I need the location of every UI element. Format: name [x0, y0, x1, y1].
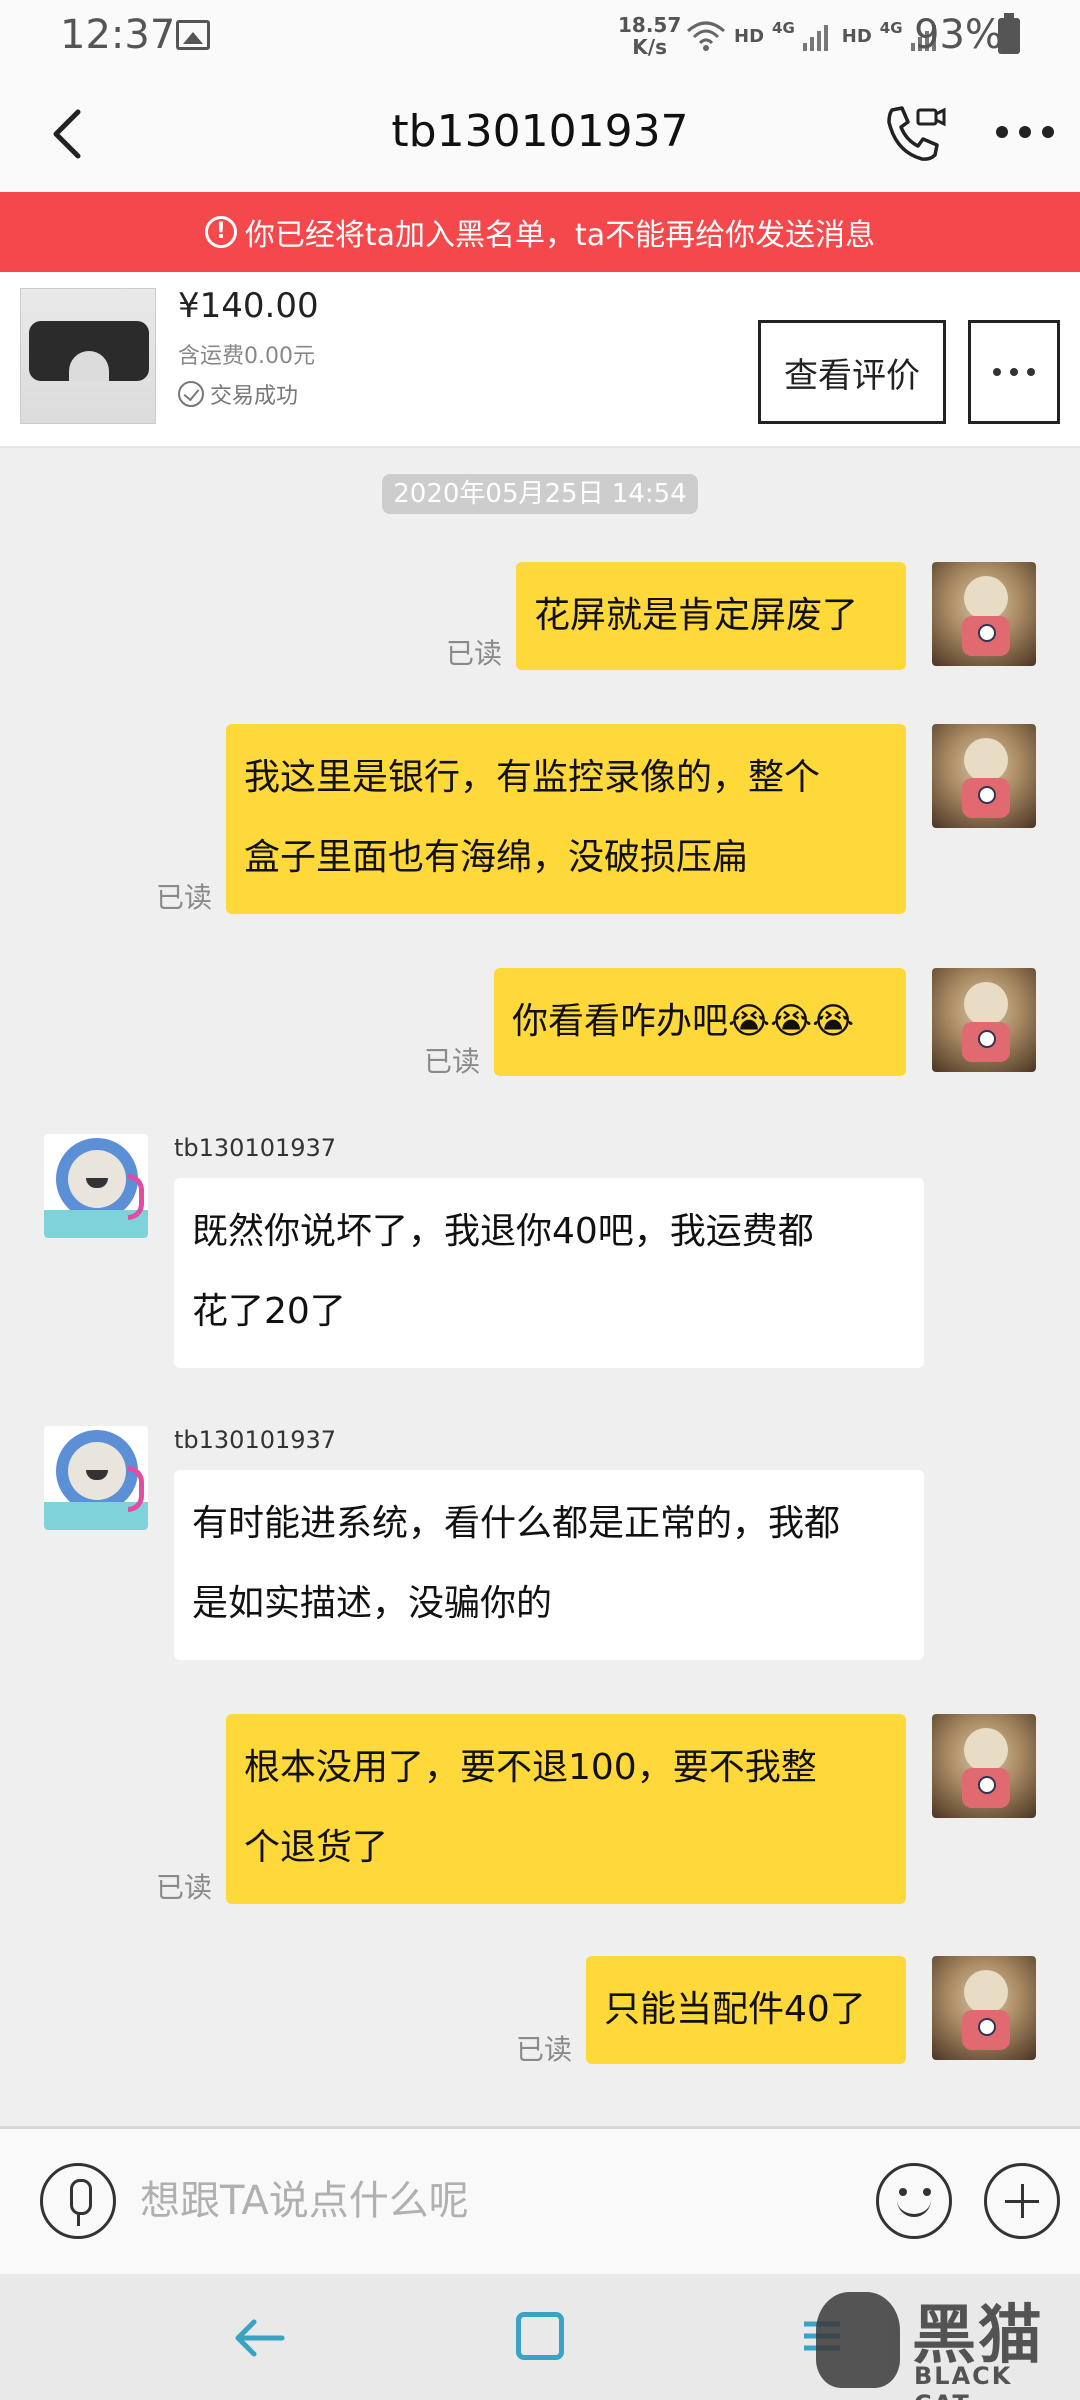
banner-text: 你已经将ta加入黑名单，ta不能再给你发送消息: [244, 218, 876, 253]
nav-home-icon[interactable]: [516, 2312, 564, 2360]
message-bubble-received[interactable]: 有时能进系统，看什么都是正常的，我都 是如实描述，没骗你的: [174, 1470, 924, 1660]
message-bubble-sent[interactable]: 花屏就是肯定屏废了: [516, 562, 906, 670]
product-price: ¥140.00: [178, 286, 319, 326]
chat-timestamp: 2020年05月25日 14:54: [382, 474, 698, 514]
my-avatar[interactable]: [932, 562, 1036, 666]
network-speed-unit: K/s: [632, 35, 667, 59]
order-status: 交易成功: [178, 378, 298, 410]
product-shipping: 含运费0.00元: [178, 344, 315, 369]
message-text: 花屏就是肯定屏废了: [534, 595, 859, 636]
my-avatar[interactable]: [932, 968, 1036, 1072]
message-text-line: 个退货了: [244, 1827, 389, 1868]
chat-header: tb130101937: [0, 76, 1080, 192]
battery-percent: 93%: [914, 12, 1003, 58]
status-time: 12:37: [60, 12, 176, 58]
read-receipt: 已读: [156, 1871, 213, 1904]
blackcat-watermark: 黑猫 BLACK CAT: [800, 2284, 1070, 2400]
microphone-icon[interactable]: [40, 2163, 116, 2239]
blacklist-banner: ! 你已经将ta加入黑名单，ta不能再给你发送消息: [0, 192, 1080, 272]
sender-name: tb130101937: [174, 1426, 337, 1454]
order-status-label: 交易成功: [210, 384, 299, 409]
message-bubble-received[interactable]: 既然你说坏了，我退你40吧，我运费都 花了20了: [174, 1178, 924, 1368]
message-text-line: 是如实描述，没骗你的: [192, 1583, 553, 1624]
view-review-button[interactable]: 查看评价: [758, 320, 946, 424]
warning-icon: !: [204, 216, 237, 248]
read-receipt: 已读: [446, 637, 503, 670]
message-text-line: 盒子里面也有海绵，没破损压扁: [244, 837, 749, 878]
message-input-bar: [0, 2126, 1080, 2274]
message-input[interactable]: [140, 2163, 840, 2239]
network-type-1: 4G: [772, 19, 795, 37]
network-type-2: 4G: [879, 19, 903, 37]
blackcat-logo-icon: [816, 2292, 900, 2388]
plus-icon[interactable]: [984, 2163, 1060, 2239]
message-text-line: 根本没用了，要不退100，要不我整: [244, 1747, 817, 1788]
call-icon[interactable]: [882, 102, 946, 166]
read-receipt: 已读: [156, 881, 213, 914]
network-speed-value: 18.57: [618, 13, 682, 37]
my-avatar[interactable]: [932, 1956, 1036, 2060]
message-text-line: 我这里是银行，有监控录像的，整个: [244, 757, 821, 798]
product-card[interactable]: ¥140.00 含运费0.00元 交易成功 查看评价: [0, 272, 1080, 448]
message-text-line: 有时能进系统，看什么都是正常的，我都: [192, 1503, 841, 1544]
contact-avatar[interactable]: [44, 1426, 148, 1530]
chat-area[interactable]: 2020年05月25日 14:54 已读 花屏就是肯定屏废了 已读 我这里是银行…: [0, 448, 1080, 2126]
signal-icon-1: [802, 21, 828, 51]
product-thumbnail[interactable]: [20, 288, 156, 424]
product-more-button[interactable]: [968, 320, 1060, 424]
check-circle-icon: [178, 381, 204, 407]
watermark-subtitle: BLACK CAT: [914, 2362, 1013, 2400]
read-receipt: 已读: [424, 1045, 481, 1078]
wifi-icon: [687, 21, 725, 51]
message-bubble-sent[interactable]: 根本没用了，要不退100，要不我整 个退货了: [226, 1714, 906, 1904]
battery-icon: [998, 13, 1020, 54]
hd-label-2: HD: [841, 25, 872, 47]
message-bubble-sent[interactable]: 只能当配件40了: [586, 1956, 906, 2064]
status-bar: 12:37 18.57 K/s HD 4G HD 4G 93%: [0, 0, 1080, 76]
read-receipt: 已读: [516, 2033, 573, 2066]
message-text-line: 花了20了: [192, 1291, 346, 1332]
my-avatar[interactable]: [932, 724, 1036, 828]
network-speed: 18.57 K/s: [618, 14, 681, 58]
contact-avatar[interactable]: [44, 1134, 148, 1238]
message-text: 你看看咋办吧😭😭😭: [512, 1001, 855, 1042]
my-avatar[interactable]: [932, 1714, 1036, 1818]
nav-back-icon[interactable]: [232, 2310, 288, 2366]
message-text: 只能当配件40了: [604, 1989, 866, 2030]
more-options-icon[interactable]: [996, 126, 1054, 140]
status-icons: HD 4G HD 4G: [686, 14, 936, 58]
message-bubble-sent[interactable]: 你看看咋办吧😭😭😭: [494, 968, 906, 1076]
emoji-icon[interactable]: [876, 2163, 952, 2239]
sender-name: tb130101937: [174, 1134, 337, 1162]
hd-label-1: HD: [734, 25, 765, 47]
message-bubble-sent[interactable]: 我这里是银行，有监控录像的，整个 盒子里面也有海绵，没破损压扁: [226, 724, 906, 914]
system-navigation-bar: 黑猫 BLACK CAT: [0, 2274, 1080, 2400]
message-text-line: 既然你说坏了，我退你40吧，我运费都: [192, 1211, 814, 1252]
image-notification-icon: [176, 20, 210, 50]
